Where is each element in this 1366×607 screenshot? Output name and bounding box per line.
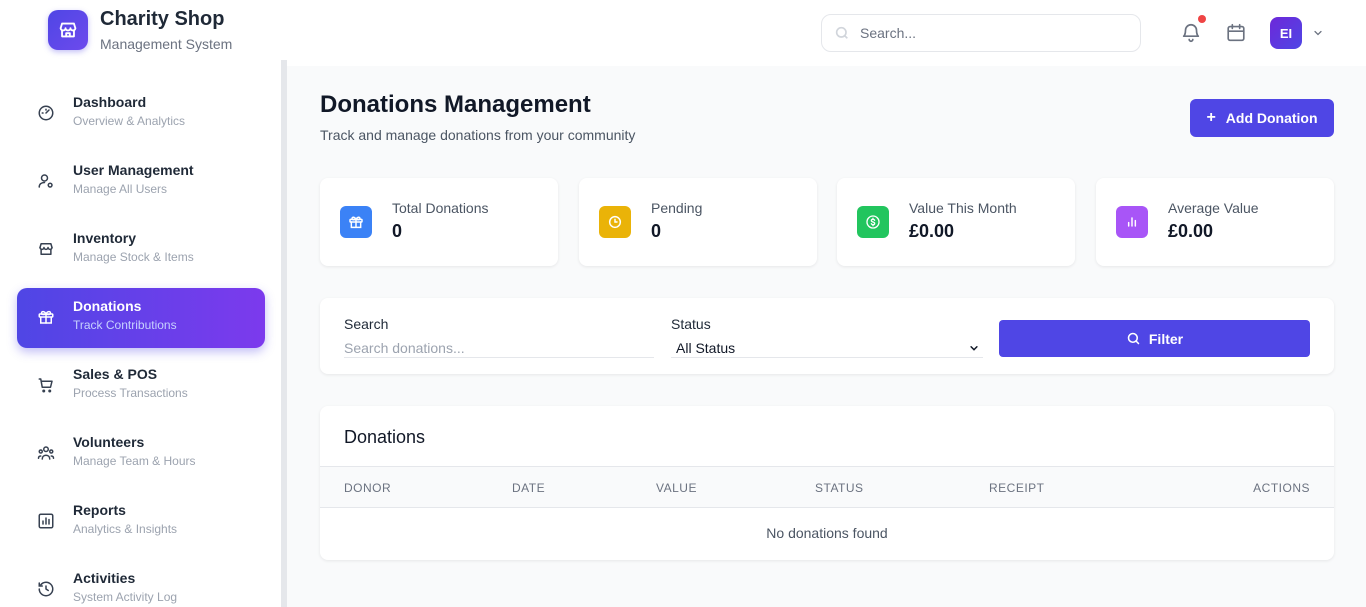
stat-value: £0.00 xyxy=(1168,221,1214,241)
sidebar-item-title: Reports xyxy=(73,502,126,518)
column-header-donor[interactable]: DONOR xyxy=(344,481,391,495)
sidebar-item-reports[interactable]: Reports Analytics & Insights xyxy=(17,492,265,552)
column-header-receipt[interactable]: RECEIPT xyxy=(989,481,1045,495)
plus-icon: + xyxy=(1206,109,1216,126)
filter-button-label: Filter xyxy=(1148,330,1184,347)
sidebar-item-title: User Management xyxy=(73,162,194,178)
store-icon xyxy=(59,22,77,38)
sidebar-item-subtitle: Track Contributions xyxy=(73,318,177,332)
sidebar-item-volunteers[interactable]: Volunteers Manage Team & Hours xyxy=(17,424,265,484)
sidebar-item-title: Volunteers xyxy=(73,434,145,450)
bell-icon[interactable] xyxy=(1180,22,1202,44)
stat-icon-box xyxy=(1116,206,1148,238)
clock-icon xyxy=(608,215,622,229)
chevron-down-icon xyxy=(970,346,978,351)
sidebar-item-title: Donations xyxy=(73,298,142,314)
sidebar-item-subtitle: Manage Team & Hours xyxy=(73,454,196,468)
column-header-actions[interactable]: ACTIONS xyxy=(1253,481,1310,495)
notification-dot xyxy=(1198,15,1206,23)
bar-chart-icon xyxy=(1127,217,1137,227)
page-subtitle: Track and manage donations from your com… xyxy=(320,127,636,143)
column-header-value[interactable]: VALUE xyxy=(656,481,697,495)
stat-card-average-value: Average Value £0.00 xyxy=(1096,178,1334,266)
brand-title: Charity Shop xyxy=(100,8,225,30)
sidebar-item-donations[interactable]: Donations Track Contributions xyxy=(17,288,265,348)
global-search-input[interactable] xyxy=(860,25,1120,41)
brand-subtitle: Management System xyxy=(100,36,233,52)
store-icon xyxy=(39,243,53,255)
stat-label: Pending xyxy=(651,200,703,216)
search-label: Search xyxy=(344,316,389,332)
stat-card-total-donations: Total Donations 0 xyxy=(320,178,558,266)
sidebar-item-activities[interactable]: Activities System Activity Log xyxy=(17,560,265,607)
empty-state-message: No donations found xyxy=(766,525,888,541)
history-icon xyxy=(38,581,54,597)
calendar-icon[interactable] xyxy=(1225,22,1247,44)
column-header-status[interactable]: STATUS xyxy=(815,481,864,495)
stat-value: 0 xyxy=(651,221,662,241)
search-icon xyxy=(1127,332,1140,345)
sidebar-item-sales[interactable]: Sales & POS Process Transactions xyxy=(17,356,265,416)
add-donation-label: Add Donation xyxy=(1225,110,1318,126)
stat-icon-box xyxy=(340,206,372,238)
gauge-icon xyxy=(38,105,54,121)
dollar-icon xyxy=(866,215,880,229)
gift-icon xyxy=(38,310,54,324)
status-select[interactable]: All Status xyxy=(671,338,983,358)
sidebar-item-title: Inventory xyxy=(73,230,137,246)
table-header: DONOR DATE VALUE STATUS RECEIPT ACTIONS xyxy=(320,466,1334,508)
sidebar-item-title: Sales & POS xyxy=(73,366,158,382)
sidebar-item-subtitle: Manage Stock & Items xyxy=(73,250,194,264)
donation-search-input[interactable] xyxy=(344,338,654,358)
page-title: Donations Management xyxy=(320,91,591,118)
sidebar-item-title: Dashboard xyxy=(73,94,147,110)
stat-label: Value This Month xyxy=(909,200,1017,216)
filter-button[interactable]: Filter xyxy=(999,320,1310,357)
status-select-value: All Status xyxy=(676,340,736,356)
chart-icon xyxy=(38,513,54,529)
cart-icon xyxy=(38,378,53,393)
stat-value: 0 xyxy=(392,221,403,241)
global-search[interactable] xyxy=(821,14,1141,52)
people-icon xyxy=(37,446,55,460)
search-icon xyxy=(835,26,848,39)
avatar[interactable]: EI xyxy=(1270,17,1302,49)
stat-icon-box xyxy=(857,206,889,238)
table-title: Donations xyxy=(344,427,426,447)
user-gear-icon xyxy=(38,174,53,188)
gift-icon xyxy=(349,216,363,229)
sidebar-item-title: Activities xyxy=(73,570,136,586)
sidebar-item-subtitle: Manage All Users xyxy=(73,182,168,196)
sidebar-item-subtitle: Analytics & Insights xyxy=(73,522,178,536)
stat-value: £0.00 xyxy=(909,221,955,241)
sidebar-item-dashboard[interactable]: Dashboard Overview & Analytics xyxy=(17,84,265,144)
column-header-date[interactable]: DATE xyxy=(512,481,545,495)
donations-table-card: Donations DONOR DATE VALUE STATUS RECEIP… xyxy=(320,406,1334,560)
sidebar-item-subtitle: Overview & Analytics xyxy=(73,114,186,128)
sidebar-item-subtitle: Process Transactions xyxy=(73,386,188,400)
stat-card-value-this-month: Value This Month £0.00 xyxy=(837,178,1075,266)
chevron-down-icon[interactable] xyxy=(1312,27,1324,39)
stat-card-pending: Pending 0 xyxy=(579,178,817,266)
sidebar-item-subtitle: System Activity Log xyxy=(73,590,178,604)
sidebar-item-inventory[interactable]: Inventory Manage Stock & Items xyxy=(17,220,265,280)
sidebar-item-user-management[interactable]: User Management Manage All Users xyxy=(17,152,265,212)
stat-label: Total Donations xyxy=(392,200,489,216)
logo[interactable] xyxy=(48,10,88,50)
add-donation-button[interactable]: + Add Donation xyxy=(1190,99,1334,137)
status-label: Status xyxy=(671,316,711,332)
top-header: Charity Shop Management System EI xyxy=(0,0,1366,66)
stat-label: Average Value xyxy=(1168,200,1259,216)
stat-icon-box xyxy=(599,206,631,238)
